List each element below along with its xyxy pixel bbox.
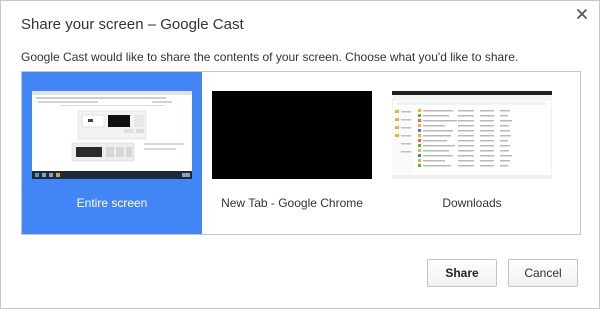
share-button[interactable]: Share (427, 259, 497, 287)
cancel-button[interactable]: Cancel (508, 259, 578, 287)
black-window-thumbnail (212, 91, 372, 179)
dialog-title: Share your screen – Google Cast (21, 16, 244, 33)
share-screen-dialog: Share your screen – Google Cast Google C… (0, 0, 600, 309)
desktop-screenshot-thumbnail (32, 91, 192, 179)
source-label: Entire screen (76, 196, 148, 210)
source-label: Downloads (442, 196, 502, 210)
source-downloads[interactable]: Downloads (382, 72, 562, 234)
source-label: New Tab - Google Chrome (221, 196, 363, 210)
file-explorer-thumbnail (392, 91, 552, 179)
source-entire-screen[interactable]: Entire screen (22, 72, 202, 234)
source-picker: Entire screen New Tab - Google Chrome Do… (21, 71, 581, 235)
source-new-tab-google-chrome[interactable]: New Tab - Google Chrome (202, 72, 402, 234)
dialog-subtitle: Google Cast would like to share the cont… (21, 50, 519, 64)
close-icon[interactable] (574, 6, 590, 22)
